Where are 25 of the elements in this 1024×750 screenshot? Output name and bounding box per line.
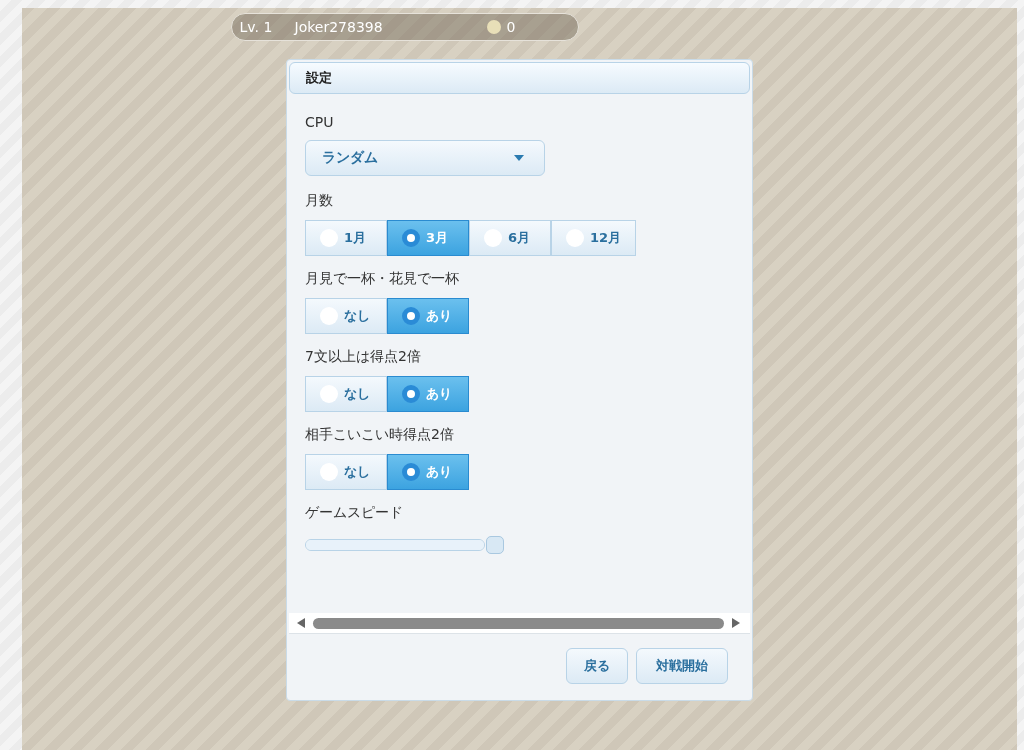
radio-option[interactable]: 6月 [469, 220, 551, 256]
setting-label: CPU [305, 114, 334, 130]
setting-label: 7文以上は得点2倍 [305, 348, 421, 366]
dialog-button[interactable]: 戻る [566, 648, 628, 684]
radio-option[interactable]: 12月 [551, 220, 637, 256]
player-level: Lv. 1 [239, 19, 274, 35]
radio-option[interactable]: なし [305, 376, 387, 412]
setting-label: ゲームスピード [305, 504, 403, 522]
setting-label: 月見で一杯・花見で一杯 [305, 270, 459, 288]
setting-label: 月数 [305, 192, 333, 210]
coin-icon [486, 20, 501, 34]
radio-option[interactable]: なし [305, 454, 387, 490]
radio-option[interactable]: 1月 [305, 220, 387, 256]
scroll-left-icon[interactable] [297, 618, 305, 628]
player-name: Joker278398 [294, 19, 384, 35]
cpu-dropdown[interactable]: ランダム [305, 140, 545, 176]
scroll-right-icon[interactable] [732, 618, 740, 628]
dialog-title: 設定 [289, 62, 750, 94]
caret-icon [514, 155, 524, 161]
coin-count: 0 [506, 19, 516, 35]
horizontal-scrollbar[interactable] [289, 613, 750, 634]
radio-option[interactable]: なし [305, 298, 387, 334]
setting-label: 相手こいこい時得点2倍 [305, 426, 454, 444]
dialog-button[interactable]: 対戦開始 [636, 648, 728, 684]
slider-thumb[interactable] [486, 536, 504, 554]
